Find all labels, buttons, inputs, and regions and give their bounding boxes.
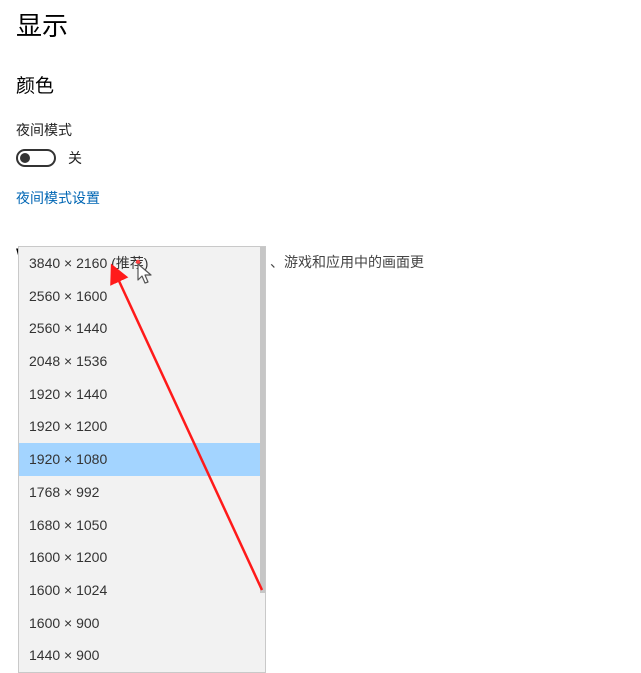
toggle-knob (20, 153, 30, 163)
resolution-option[interactable]: 1680 × 1050 (19, 509, 260, 542)
resolution-option[interactable]: 1600 × 1024 (19, 574, 260, 607)
resolution-option[interactable]: 1920 × 1440 (19, 378, 260, 411)
hdcolor-description-fragment: 、游戏和应用中的画面更 (270, 252, 424, 272)
resolution-option[interactable]: 1600 × 900 (19, 607, 260, 640)
night-mode-toggle[interactable] (16, 149, 56, 167)
resolution-option[interactable]: 1920 × 1080 (19, 443, 260, 476)
night-mode-settings-link[interactable]: 夜间模式设置 (16, 188, 625, 208)
resolution-option[interactable]: 1600 × 1200 (19, 541, 260, 574)
section-color-title: 颜色 (16, 71, 625, 98)
resolution-option[interactable]: 1920 × 1200 (19, 410, 260, 443)
resolution-option[interactable]: 2048 × 1536 (19, 345, 260, 378)
dropdown-scrollbar[interactable] (260, 247, 265, 672)
dropdown-scrollbar-thumb[interactable] (260, 247, 265, 593)
resolution-option[interactable]: 1440 × 900 (19, 639, 260, 672)
resolution-option[interactable]: 1768 × 992 (19, 476, 260, 509)
resolution-option[interactable]: 2560 × 1440 (19, 312, 260, 345)
page-title: 显示 (16, 6, 625, 43)
night-mode-label: 夜间模式 (16, 120, 625, 140)
resolution-dropdown-list[interactable]: 3840 × 2160 (推荐)2560 × 16002560 × 144020… (19, 247, 260, 672)
resolution-dropdown-panel[interactable]: 3840 × 2160 (推荐)2560 × 16002560 × 144020… (18, 246, 266, 673)
resolution-option[interactable]: 3840 × 2160 (推荐) (19, 247, 260, 280)
resolution-option[interactable]: 2560 × 1600 (19, 280, 260, 313)
night-mode-toggle-state: 关 (68, 148, 82, 168)
